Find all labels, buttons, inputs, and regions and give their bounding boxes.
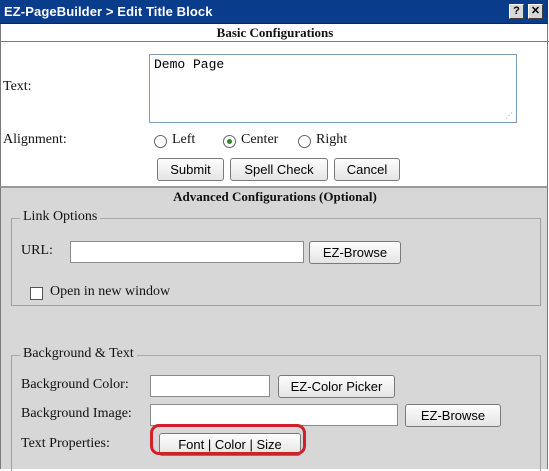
align-right-label[interactable]: Right: [316, 132, 347, 148]
link-options-legend: Link Options: [20, 209, 101, 225]
image-browse-button[interactable]: EZ-Browse: [405, 404, 501, 427]
align-right-radio[interactable]: [298, 135, 311, 148]
spell-check-button[interactable]: Spell Check: [230, 158, 328, 181]
background-text-legend: Background & Text: [20, 346, 137, 362]
url-browse-button[interactable]: EZ-Browse: [309, 241, 401, 264]
resize-grip-icon[interactable]: ⋰: [505, 112, 513, 120]
background-color-label: Background Color:: [21, 377, 129, 392]
align-center-radio[interactable]: [223, 135, 236, 148]
help-icon[interactable]: ?: [509, 4, 524, 19]
align-left-radio[interactable]: [154, 135, 167, 148]
cancel-button[interactable]: Cancel: [334, 158, 400, 181]
align-left-label[interactable]: Left: [172, 132, 195, 148]
open-new-window-checkbox[interactable]: [30, 287, 43, 300]
dialog-titlebar[interactable]: EZ-PageBuilder > Edit Title Block ? ✕: [0, 0, 548, 24]
advanced-configurations-heading: Advanced Configurations (Optional): [173, 189, 377, 204]
text-label: Text:: [3, 79, 32, 94]
align-center-label[interactable]: Center: [241, 132, 278, 148]
submit-button[interactable]: Submit: [157, 158, 224, 181]
open-new-window-label[interactable]: Open in new window: [50, 284, 170, 300]
alignment-label: Alignment:: [3, 132, 67, 147]
background-color-input[interactable]: [150, 375, 270, 397]
text-field-value: Demo Page: [154, 57, 225, 72]
highlight-callout: [150, 424, 306, 455]
text-field[interactable]: Demo Page ⋰: [149, 54, 517, 123]
dialog-title: EZ-PageBuilder > Edit Title Block: [4, 4, 213, 19]
link-options-group: Link Options URL: EZ-Browse Open in new …: [11, 209, 541, 306]
basic-configurations-heading: Basic Configurations: [1, 24, 549, 42]
url-input[interactable]: [70, 241, 304, 263]
url-label: URL:: [21, 243, 53, 258]
close-icon[interactable]: ✕: [528, 4, 543, 19]
basic-configurations-panel: Basic Configurations Text: Demo Page ⋰ A…: [0, 24, 549, 188]
color-picker-button[interactable]: EZ-Color Picker: [278, 375, 395, 398]
edit-title-block-dialog: EZ-PageBuilder > Edit Title Block ? ✕ Ba…: [0, 0, 549, 471]
text-properties-label: Text Properties:: [21, 436, 110, 451]
background-image-label: Background Image:: [21, 406, 132, 421]
background-image-input[interactable]: [150, 404, 398, 426]
